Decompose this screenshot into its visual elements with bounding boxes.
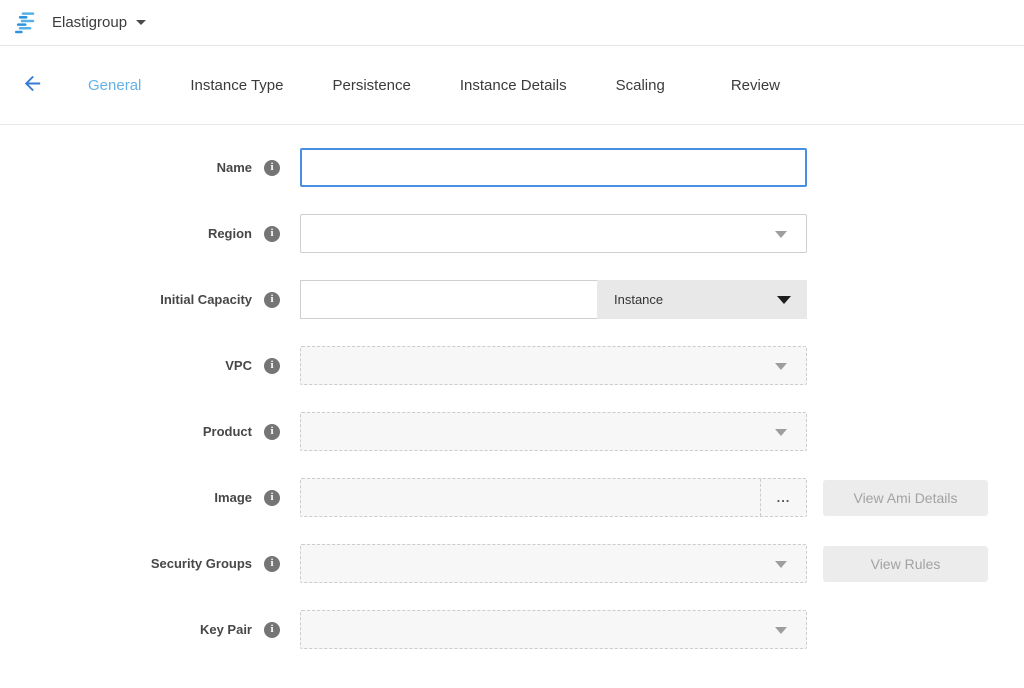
chevron-down-icon[interactable] <box>136 20 146 25</box>
security-groups-label: Security Groups <box>151 556 252 571</box>
chevron-down-icon <box>777 296 791 304</box>
initial-capacity-input[interactable] <box>300 280 597 319</box>
initial-capacity-label: Initial Capacity <box>160 292 252 307</box>
tab-persistence[interactable]: Persistence <box>331 73 413 98</box>
app-bar: Elastigroup <box>0 0 1024 46</box>
form-row-key-pair: Key Pair <box>0 610 1024 649</box>
form-row-name: Name <box>0 148 1024 187</box>
form-row-product: Product <box>0 412 1024 451</box>
product-select[interactable] <box>300 412 807 451</box>
name-input[interactable] <box>300 148 807 187</box>
elastigroup-logo-icon <box>14 12 41 34</box>
tab-general[interactable]: General <box>86 73 143 98</box>
image-value[interactable] <box>301 479 760 516</box>
info-icon[interactable] <box>264 490 280 506</box>
view-ami-details-button[interactable]: View Ami Details <box>823 480 988 516</box>
arrow-left-icon <box>21 72 44 98</box>
security-groups-select[interactable] <box>300 544 807 583</box>
key-pair-label: Key Pair <box>200 622 252 637</box>
form-row-initial-capacity: Initial Capacity Instance <box>0 280 1024 319</box>
chevron-down-icon <box>775 429 787 436</box>
info-icon[interactable] <box>264 424 280 440</box>
image-label: Image <box>214 490 252 505</box>
chevron-down-icon <box>775 627 787 634</box>
image-field: ... <box>300 478 807 517</box>
capacity-unit-value: Instance <box>614 292 663 307</box>
capacity-unit-select[interactable]: Instance <box>597 280 807 319</box>
app-title[interactable]: Elastigroup <box>52 14 127 31</box>
form-row-image: Image ... View Ami Details <box>0 478 1024 517</box>
back-button[interactable] <box>20 73 44 97</box>
chevron-down-icon <box>775 561 787 568</box>
info-icon[interactable] <box>264 622 280 638</box>
product-label: Product <box>203 424 252 439</box>
info-icon[interactable] <box>264 226 280 242</box>
info-icon[interactable] <box>264 292 280 308</box>
vpc-select[interactable] <box>300 346 807 385</box>
info-icon[interactable] <box>264 358 280 374</box>
info-icon[interactable] <box>264 160 280 176</box>
wizard-tabs: General Instance Type Persistence Instan… <box>86 73 827 98</box>
info-icon[interactable] <box>264 556 280 572</box>
region-label: Region <box>208 226 252 241</box>
general-settings-form: Name Region Initial Capacity Ins <box>0 125 1024 649</box>
view-rules-button[interactable]: View Rules <box>823 546 988 582</box>
chevron-down-icon <box>775 363 787 370</box>
wizard-tabbar: General Instance Type Persistence Instan… <box>0 46 1024 125</box>
tab-scaling[interactable]: Scaling <box>614 73 667 98</box>
region-select[interactable] <box>300 214 807 253</box>
form-row-region: Region <box>0 214 1024 253</box>
key-pair-select[interactable] <box>300 610 807 649</box>
chevron-down-icon <box>775 231 787 238</box>
tab-review[interactable]: Review <box>729 73 782 98</box>
vpc-label: VPC <box>225 358 252 373</box>
name-label: Name <box>217 160 252 175</box>
form-row-vpc: VPC <box>0 346 1024 385</box>
tab-instance-type[interactable]: Instance Type <box>188 73 285 98</box>
form-row-security-groups: Security Groups View Rules <box>0 544 1024 583</box>
image-browse-button[interactable]: ... <box>760 479 806 516</box>
tab-instance-details[interactable]: Instance Details <box>458 73 569 98</box>
